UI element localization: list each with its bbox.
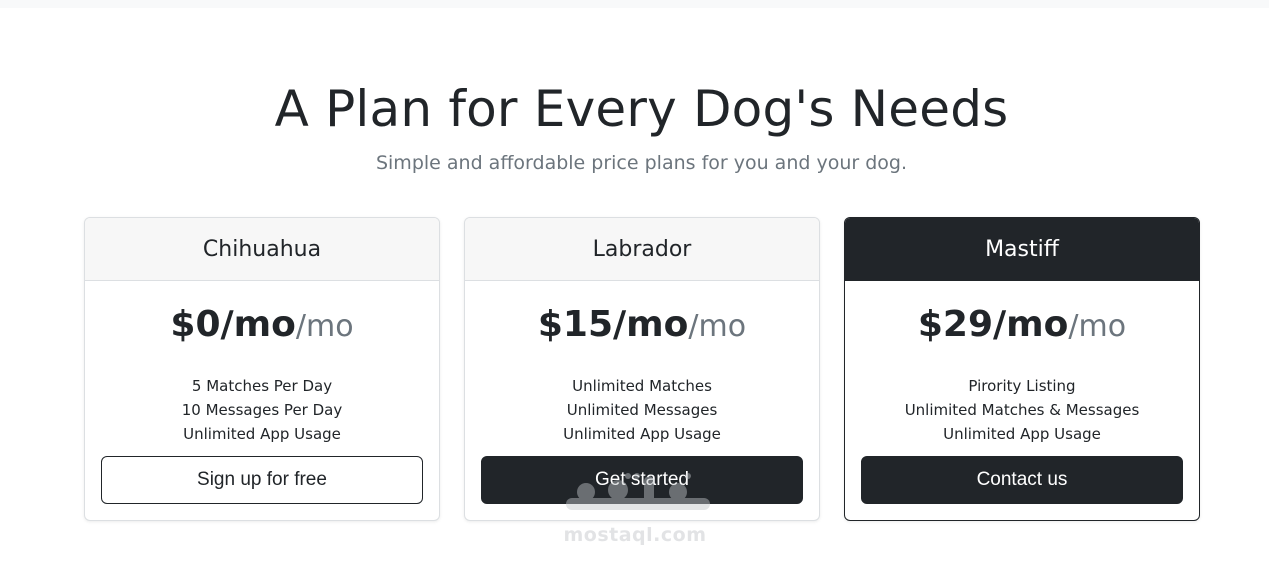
watermark-text: mostaql.com — [563, 524, 707, 546]
plan-name: Chihuahua — [85, 218, 439, 281]
page-subtitle: Simple and affordable price plans for yo… — [375, 152, 908, 174]
plan-card-mastiff: Mastiff $29/mo/mo Pirority Listing Unlim… — [844, 217, 1200, 521]
price-amount: $0/mo — [170, 304, 296, 345]
feature-item: Unlimited Messages — [566, 401, 718, 419]
plan-price: $15/mo/mo — [465, 301, 819, 355]
feature-item: Unlimited Matches — [572, 377, 712, 395]
plan-name: Mastiff — [845, 218, 1199, 281]
feature-item: Unlimited App Usage — [563, 425, 721, 443]
price-amount: $15/mo — [537, 304, 689, 345]
contact-us-button[interactable]: Contact us — [861, 456, 1183, 504]
plan-card-labrador: Labrador $15/mo/mo Unlimited Matches Unl… — [464, 217, 820, 521]
feature-item: Unlimited App Usage — [183, 425, 341, 443]
sign-up-button[interactable]: Sign up for free — [101, 456, 423, 504]
price-unit: /mo — [688, 309, 747, 344]
get-started-button[interactable]: Get started — [481, 456, 803, 504]
feature-item: Unlimited App Usage — [943, 425, 1101, 443]
price-unit: /mo — [295, 309, 354, 344]
plan-card-chihuahua: Chihuahua $0/mo/mo 5 Matches Per Day 10 … — [84, 217, 440, 521]
price-unit: /mo — [1068, 309, 1127, 344]
feature-item: Pirority Listing — [968, 377, 1076, 395]
feature-list: 5 Matches Per Day 10 Messages Per Day Un… — [85, 374, 439, 446]
feature-list: Pirority Listing Unlimited Matches & Mes… — [845, 374, 1199, 446]
plan-price: $0/mo/mo — [85, 301, 439, 355]
price-amount: $29/mo — [917, 304, 1069, 345]
plan-price: $29/mo/mo — [845, 301, 1199, 355]
plan-name: Labrador — [465, 218, 819, 281]
feature-list: Unlimited Matches Unlimited Messages Unl… — [465, 374, 819, 446]
page-title: A Plan for Every Dog's Needs — [274, 80, 1009, 138]
top-bar — [0, 0, 1269, 8]
feature-item: 10 Messages Per Day — [181, 401, 343, 419]
feature-item: Unlimited Matches & Messages — [904, 401, 1140, 419]
feature-item: 5 Matches Per Day — [191, 377, 333, 395]
